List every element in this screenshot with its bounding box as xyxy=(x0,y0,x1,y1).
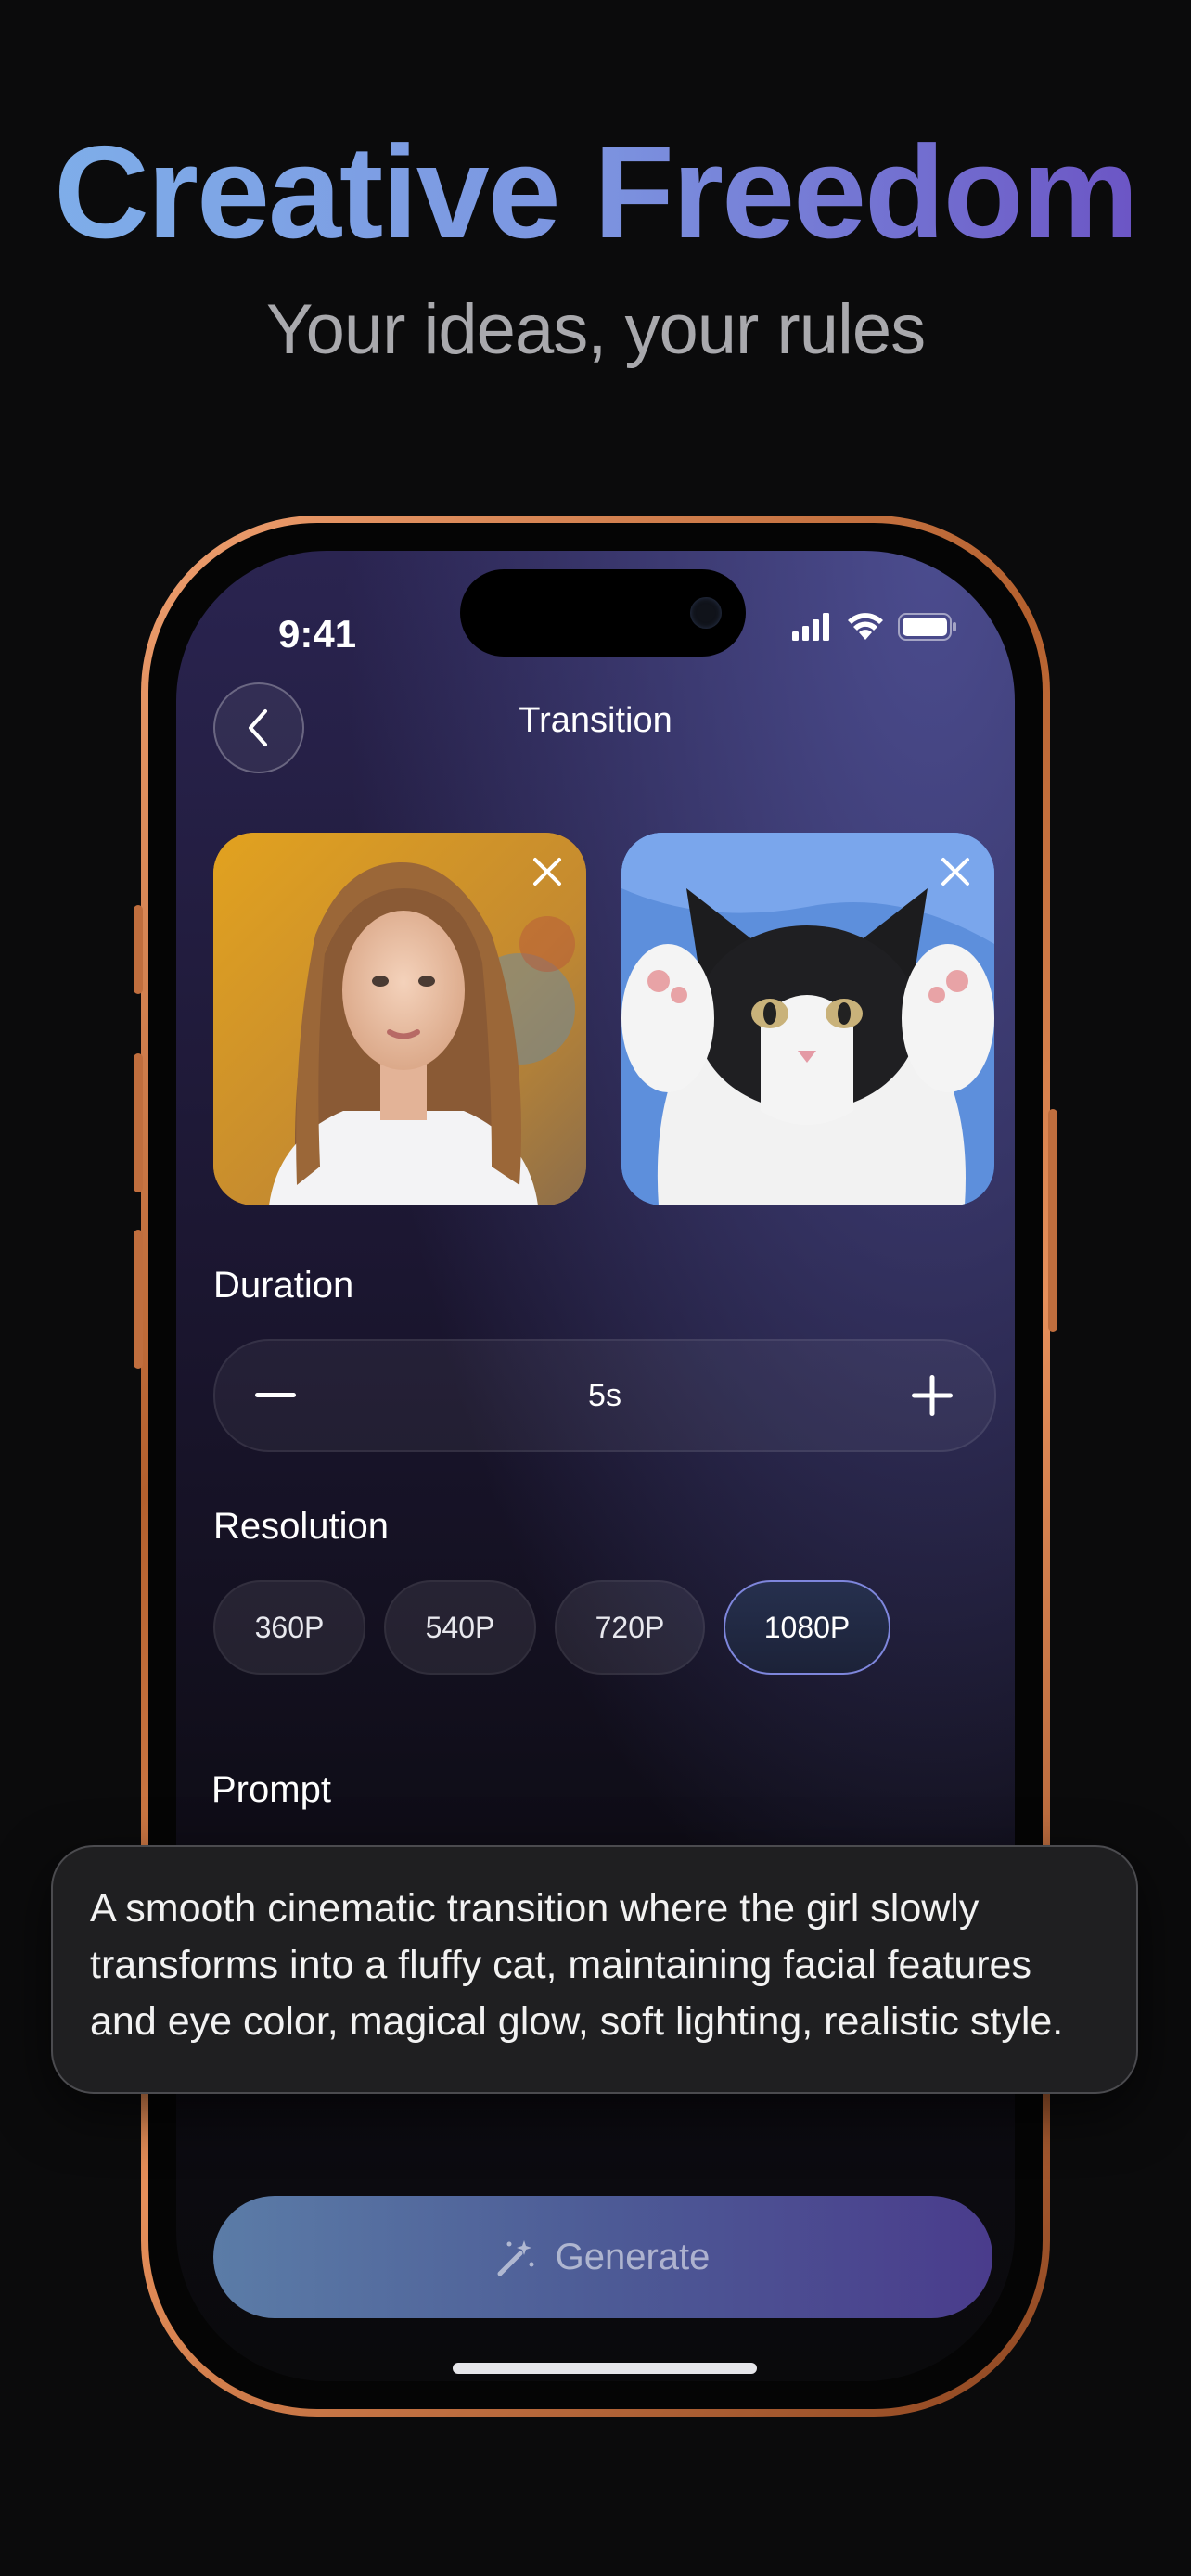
status-time: 9:41 xyxy=(278,612,357,656)
resolution-option-540p[interactable]: 540P xyxy=(384,1580,536,1675)
power-button xyxy=(1048,1109,1057,1332)
resolution-option-1080p[interactable]: 1080P xyxy=(724,1580,890,1675)
magic-wand-icon xyxy=(497,2240,534,2276)
home-indicator xyxy=(453,2363,757,2374)
duration-value: 5s xyxy=(588,1378,621,1413)
close-icon xyxy=(533,858,561,886)
generate-button[interactable]: Generate xyxy=(213,2196,992,2318)
resolution-option-720p[interactable]: 720P xyxy=(555,1580,705,1675)
status-icons xyxy=(792,608,957,645)
close-icon xyxy=(941,858,969,886)
plus-icon xyxy=(912,1375,953,1416)
screen-title: Transition xyxy=(519,701,672,740)
hero-title: Creative Freedom xyxy=(0,119,1191,267)
hero-subtitle: Your ideas, your rules xyxy=(265,290,926,369)
duration-label: Duration xyxy=(213,1265,354,1306)
battery-icon xyxy=(898,613,956,641)
duration-stepper: 5s xyxy=(213,1339,996,1452)
image-slot-girl[interactable] xyxy=(213,833,586,1205)
volume-up-button xyxy=(134,1053,143,1192)
image-slot-cat[interactable] xyxy=(621,833,994,1205)
prompt-text-field[interactable]: A smooth cinematic transition where the … xyxy=(51,1845,1138,2094)
wifi-icon xyxy=(848,613,883,640)
resolution-label: Resolution xyxy=(213,1506,390,1547)
phone-bezel: 9:41 Transition Duration 5s Resolution 3… xyxy=(148,523,1043,2409)
volume-down-button xyxy=(134,1230,143,1369)
phone-frame: 9:41 Transition Duration 5s Resolution 3… xyxy=(134,516,1057,2417)
silent-switch xyxy=(134,905,143,994)
remove-image-button[interactable] xyxy=(931,848,980,896)
remove-image-button[interactable] xyxy=(523,848,571,896)
front-camera xyxy=(690,597,722,629)
app-screen: 9:41 Transition Duration 5s Resolution 3… xyxy=(176,551,1015,2381)
increase-duration-button[interactable] xyxy=(909,1372,955,1419)
prompt-text: A smooth cinematic transition where the … xyxy=(90,1886,1064,2044)
prompt-label: Prompt xyxy=(211,1769,331,1810)
resolution-option-360p[interactable]: 360P xyxy=(213,1580,365,1675)
cellular-signal-icon xyxy=(792,613,829,641)
dynamic-island xyxy=(460,569,746,657)
resolution-options: 360P 540P 720P 1080P xyxy=(213,1580,890,1675)
generate-label: Generate xyxy=(555,2236,711,2277)
